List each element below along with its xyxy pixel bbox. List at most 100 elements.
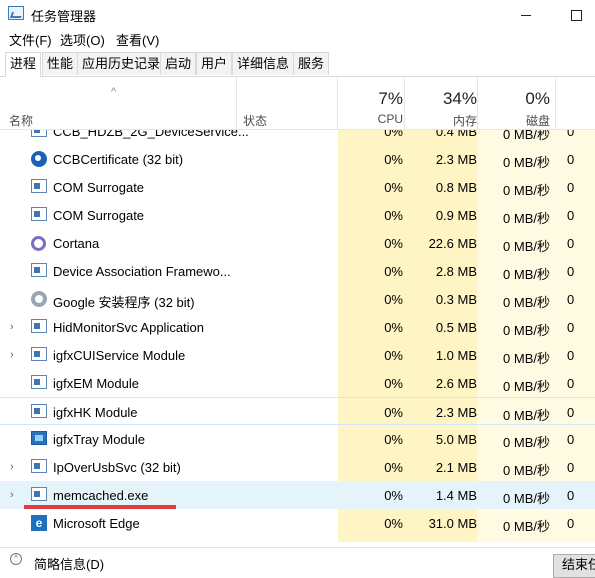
- end-task-button[interactable]: 结束任: [553, 554, 595, 578]
- process-name: Cortana: [53, 236, 100, 251]
- expand-chevron-icon[interactable]: ›: [10, 321, 14, 333]
- window-icon: [31, 404, 47, 418]
- memory-value: 0.9 MB: [435, 208, 477, 223]
- tab-processes[interactable]: 进程: [5, 52, 42, 77]
- table-row[interactable]: igfxEM Module 0% 2.6 MB 0 MB/秒 0: [0, 369, 595, 397]
- menu-options[interactable]: 选项(O): [60, 30, 105, 49]
- cpu-value: 0%: [384, 460, 403, 475]
- expand-chevron-icon[interactable]: ›: [10, 461, 14, 473]
- tab-performance[interactable]: 性能: [42, 52, 79, 75]
- tab-services[interactable]: 服务: [293, 52, 330, 75]
- table-row[interactable]: igfxHK Module 0% 2.3 MB 0 MB/秒 0: [0, 397, 595, 425]
- tab-users[interactable]: 用户: [196, 52, 233, 75]
- process-name: Google 安装程序 (32 bit): [53, 295, 195, 310]
- tab-details[interactable]: 详细信息: [232, 52, 295, 75]
- column-status[interactable]: 状态: [243, 112, 267, 129]
- process-list: CCB_HDZB_2G_DeviceService... 0% 0.4 MB 0 MB…: [0, 130, 595, 542]
- maximize-icon: [570, 9, 582, 21]
- table-row[interactable]: › igfxCUIService Module 0% 1.0 MB 0 MB/秒 0: [0, 341, 595, 369]
- window-icon: [31, 459, 47, 473]
- tab-bar: 进程 性能 应用历史记录 启动 用户 详细信息 服务: [0, 50, 595, 77]
- cpu-value: 0%: [384, 236, 403, 251]
- sort-arrow-icon: ^: [111, 86, 117, 98]
- table-row[interactable]: › IpOverUsbSvc (32 bit) 0% 2.1 MB 0 MB/秒 0: [0, 453, 595, 481]
- network-value: 0: [567, 180, 575, 195]
- table-row[interactable]: Device Association Framewo... 0% 2.8 MB 0 M…: [0, 257, 595, 285]
- column-header: ^ 名称 状态 7% CPU 34% 内存 0% 磁盘: [0, 77, 595, 130]
- table-row[interactable]: CCBCertificate (32 bit) 0% 2.3 MB 0 MB/秒 0: [0, 145, 595, 173]
- process-name: HidMonitorSvc Application: [53, 320, 205, 335]
- google-icon: [31, 291, 47, 307]
- table-row[interactable]: igfxTray Module 0% 5.0 MB 0 MB/秒 0: [0, 425, 595, 453]
- process-name: igfxTray Module: [53, 432, 145, 447]
- tray-icon: [31, 431, 47, 445]
- cpu-value: 0%: [384, 152, 403, 167]
- window-icon: [31, 179, 47, 193]
- network-value: 0: [567, 516, 575, 531]
- table-row[interactable]: COM Surrogate 0% 0.8 MB 0 MB/秒 0: [0, 173, 595, 201]
- table-row[interactable]: e Microsoft Edge 0% 31.0 MB 0 MB/秒 0: [0, 509, 595, 537]
- memory-value: 1.4 MB: [435, 488, 477, 503]
- table-row[interactable]: Cortana 0% 22.6 MB 0 MB/秒 0: [0, 229, 595, 257]
- less-details-link[interactable]: 简略信息(D): [34, 554, 104, 573]
- process-name: memcached.exe: [53, 488, 149, 503]
- network-value: 0: [567, 348, 575, 363]
- column-memory[interactable]: 内存: [404, 112, 477, 129]
- cpu-value: 0%: [384, 376, 403, 391]
- column-name[interactable]: 名称: [9, 112, 33, 129]
- window-icon: [31, 263, 47, 277]
- tab-app-history[interactable]: 应用历史记录: [77, 52, 166, 75]
- disk-value: 0 MB/秒: [503, 239, 550, 254]
- network-value: 0: [567, 208, 575, 223]
- menu-view[interactable]: 查看(V): [116, 30, 159, 49]
- window-icon: [31, 487, 47, 501]
- memory-value: 2.6 MB: [435, 376, 477, 391]
- memory-value: 22.6 MB: [428, 236, 477, 251]
- disk-value: 0 MB/秒: [503, 491, 550, 506]
- chevron-up-icon[interactable]: ^: [10, 553, 22, 565]
- disk-value: 0 MB/秒: [503, 463, 550, 478]
- column-divider[interactable]: [555, 77, 556, 129]
- table-row[interactable]: Google 安装程序 (32 bit) 0% 0.3 MB 0 MB/秒 0: [0, 285, 595, 313]
- memory-value: 0.4 MB: [435, 130, 477, 139]
- minimize-icon: [521, 14, 531, 16]
- network-value: 0: [567, 460, 575, 475]
- memory-value: 2.3 MB: [435, 152, 477, 167]
- cpu-value: 0%: [384, 516, 403, 531]
- network-value: 0: [567, 264, 575, 279]
- cpu-value: 0%: [384, 320, 403, 335]
- cpu-value: 0%: [384, 432, 403, 447]
- tab-startup[interactable]: 启动: [160, 52, 197, 75]
- process-name: COM Surrogate: [53, 180, 145, 195]
- network-value: 0: [567, 405, 575, 420]
- table-row[interactable]: COM Surrogate 0% 0.9 MB 0 MB/秒 0: [0, 201, 595, 229]
- network-value: 0: [567, 292, 575, 307]
- disk-value: 0 MB/秒: [503, 295, 550, 310]
- maximize-button[interactable]: [553, 0, 595, 28]
- expand-chevron-icon[interactable]: ›: [10, 349, 14, 361]
- footer: ^ 简略信息(D) 结束任: [0, 547, 595, 578]
- column-divider[interactable]: [236, 77, 237, 129]
- process-name: Microsoft Edge: [53, 516, 140, 531]
- menu-file[interactable]: 文件(F): [9, 30, 52, 49]
- minimize-button[interactable]: [503, 0, 549, 28]
- cpu-value: 0%: [384, 488, 403, 503]
- column-cpu[interactable]: CPU: [338, 112, 403, 126]
- process-name: CCBCertificate (32 bit): [53, 152, 184, 167]
- disk-value: 0 MB/秒: [503, 183, 550, 198]
- window-icon: [31, 347, 47, 361]
- window-title: 任务管理器: [31, 9, 97, 24]
- edge-icon: e: [31, 515, 47, 531]
- memory-value: 1.0 MB: [435, 348, 477, 363]
- table-row[interactable]: CCB_HDZB_2G_DeviceService... 0% 0.4 MB 0 MB…: [0, 130, 595, 145]
- window-icon: [31, 207, 47, 221]
- memory-value: 0.8 MB: [435, 180, 477, 195]
- cpu-value: 0%: [384, 208, 403, 223]
- column-disk[interactable]: 磁盘: [477, 112, 550, 129]
- memory-value: 5.0 MB: [435, 432, 477, 447]
- disk-value: 0 MB/秒: [503, 435, 550, 450]
- cortana-icon: [31, 236, 46, 251]
- table-row[interactable]: › HidMonitorSvc Application 0% 0.5 MB 0 MB/秒…: [0, 313, 595, 341]
- process-name: COM Surrogate: [53, 208, 145, 223]
- expand-chevron-icon[interactable]: ›: [10, 489, 14, 501]
